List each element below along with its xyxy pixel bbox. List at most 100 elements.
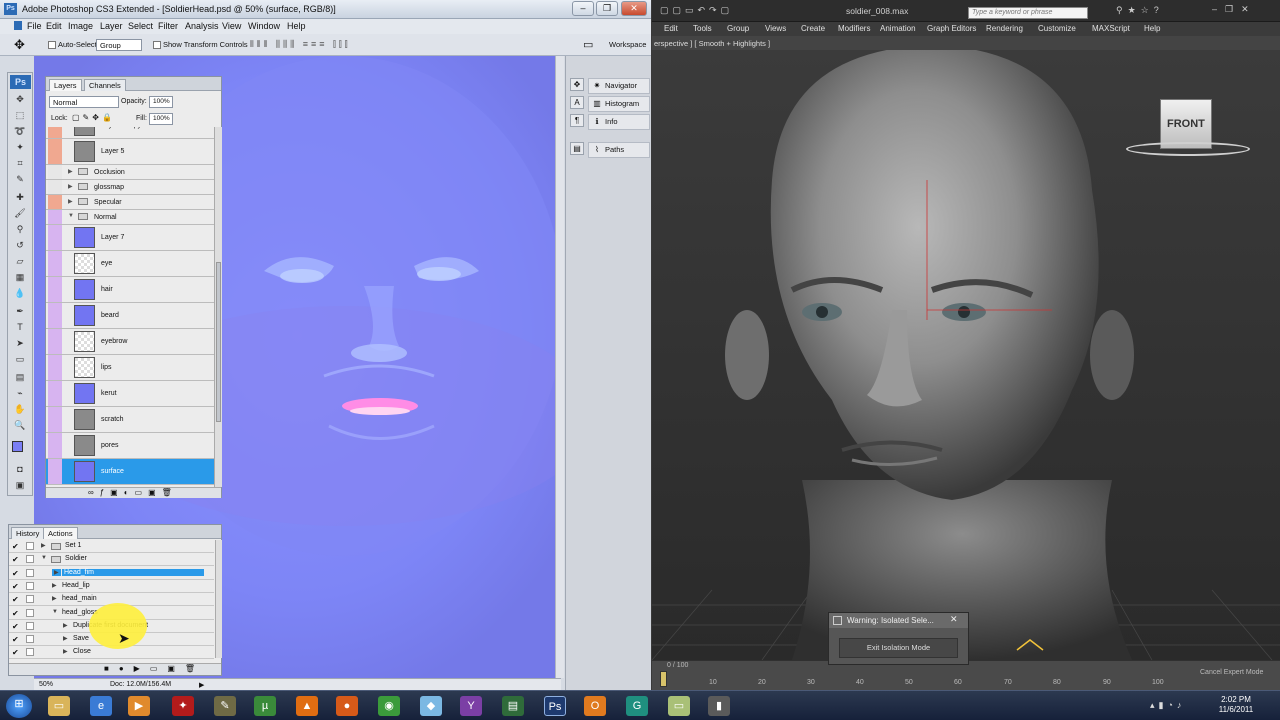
expand-triangle-icon[interactable]: ▶ [52,582,57,589]
max-menu-maxscript[interactable]: MAXScript [1092,24,1130,33]
dialog-toggle[interactable] [26,621,34,630]
visibility-toggle[interactable] [48,139,62,164]
menu-view[interactable]: View [222,21,241,31]
paths-panel-button[interactable]: ⌇ Paths [588,142,650,158]
dialog-toggle[interactable] [26,608,34,617]
move-tool-icon[interactable]: ✥ [14,37,25,53]
dialog-toggle[interactable] [26,555,34,564]
layer-row[interactable]: beard [46,303,214,329]
dialog-toggle[interactable] [26,595,34,604]
expand-triangle-icon[interactable]: ▶ [63,622,68,629]
ie-icon[interactable]: e [90,696,112,716]
office-icon[interactable]: O [584,696,606,716]
explorer-icon[interactable]: ▭ [48,696,70,716]
layer-row[interactable]: pores [46,433,214,459]
action-check-icon[interactable]: ✔ [12,648,19,657]
visibility-toggle[interactable] [48,277,62,302]
action-row[interactable]: ✔ ▶ Head_lip [9,580,214,593]
close-button[interactable]: ✕ [621,1,647,16]
layer-comps-dock-icon[interactable]: ▤ [570,142,584,155]
visibility-toggle[interactable] [48,381,62,406]
eyedropper2-icon[interactable]: ⌁ [13,387,27,399]
shape-tool-icon[interactable]: ▭ [13,353,27,365]
fill-field[interactable]: 100% [149,113,173,125]
expand-triangle-icon[interactable]: ▶ [68,168,73,175]
zoom-level[interactable]: 50% [39,681,53,688]
menu-select[interactable]: Select [128,21,153,31]
visibility-toggle[interactable] [48,127,62,138]
paragraph-dock-icon[interactable]: ¶ [570,114,584,127]
visibility-toggle[interactable] [48,180,62,194]
dialog-toggle[interactable] [26,581,34,590]
max-menu-help[interactable]: Help [1144,24,1160,33]
expand-triangle-icon[interactable]: ▶ [52,568,61,576]
max-menu-group[interactable]: Group [727,24,749,33]
auto-select-checkbox[interactable] [48,41,56,49]
blend-mode-dropdown[interactable]: Normal [49,96,119,108]
max-menu-graph-editors[interactable]: Graph Editors [927,24,976,33]
layer-row[interactable]: scratch [46,407,214,433]
warning-close-icon[interactable]: ✕ [950,614,958,625]
menu-image[interactable]: Image [68,21,93,31]
action-check-icon[interactable]: ✔ [12,569,19,578]
lasso-tool-icon[interactable]: ➰ [13,125,27,137]
align-icons[interactable]: ⫴⫴⫴ ⫼⫼⫼ ≡≡≡ ⫿⫿⫿ [250,39,351,50]
marquee-tool-icon[interactable]: ⬚ [13,109,27,121]
visibility-toggle[interactable] [48,225,62,250]
layer-row[interactable]: kerut [46,381,214,407]
photoshop-taskbar-icon[interactable]: Ps [544,696,566,716]
action-row[interactable]: ✔ ▶ Head_fim [9,567,214,580]
dialog-toggle[interactable] [26,542,34,550]
menu-window[interactable]: Window [248,21,280,31]
utorrent-icon[interactable]: µ [254,696,276,716]
app-icon-grey[interactable]: ▮ [708,696,730,716]
quick-mask-icon[interactable]: ◘ [13,463,27,475]
menu-layer[interactable]: Layer [100,21,123,31]
menu-file[interactable]: File [27,21,42,31]
sketch-icon[interactable]: ✎ [214,696,236,716]
layer-group-row[interactable]: ▼ Normal [46,210,214,225]
max-menu-rendering[interactable]: Rendering [986,24,1023,33]
blur-tool-icon[interactable]: 💧 [13,287,27,299]
scroll-thumb[interactable] [216,262,221,422]
action-check-icon[interactable]: ✔ [12,609,19,618]
menu-help[interactable]: Help [287,21,306,31]
viewport-label[interactable]: erspective ] [ Smooth + Highlights ] [654,39,770,48]
visibility-toggle[interactable] [48,355,62,380]
menu-edit[interactable]: Edit [46,21,62,31]
tab-actions[interactable]: Actions [43,527,78,539]
vlc-icon[interactable]: ▲ [296,696,318,716]
max-menu-modifiers[interactable]: Modifiers [838,24,870,33]
chrome-icon[interactable]: ◉ [378,696,400,716]
tray-icons[interactable]: ▴▮◔♪ [1150,700,1185,711]
crop-tool-icon[interactable]: ⌗ [13,157,27,169]
type-dock-icon[interactable]: A [570,96,584,109]
infocenter-icons[interactable]: ⚲★☆? [1116,5,1164,16]
visibility-toggle[interactable] [48,433,62,458]
menu-analysis[interactable]: Analysis [185,21,219,31]
opacity-field[interactable]: 100% [149,96,173,108]
foreground-color[interactable] [12,441,23,452]
layer-row[interactable]: eyebrow [46,329,214,355]
screen-mode-icon[interactable]: ▣ [13,479,27,491]
navigator-panel-button[interactable]: ✷ Navigator [588,78,650,94]
minimize-button[interactable]: – [572,1,594,16]
action-check-icon[interactable]: ✔ [12,582,19,591]
healing-brush-icon[interactable]: ✚ [13,191,27,203]
layer-row[interactable]: Layer 7 [46,225,214,251]
layer-row[interactable]: eye [46,251,214,277]
auto-select-dropdown[interactable]: Group [96,39,142,51]
menu-filter[interactable]: Filter [158,21,178,31]
show-transform-checkbox[interactable] [153,41,161,49]
path-select-icon[interactable]: ➤ [13,337,27,349]
layer-group-row[interactable]: ▶ glossmap [46,180,214,195]
eraser-icon[interactable]: ▱ [13,255,27,267]
max-menu-edit[interactable]: Edit [664,24,678,33]
histogram-panel-button[interactable]: ▥ Histogram [588,96,650,112]
status-arrow-icon[interactable]: ▶ [199,681,204,689]
layers-scrollbar[interactable] [214,127,222,487]
media-player-icon[interactable]: ▶ [128,696,150,716]
max-menu-create[interactable]: Create [801,24,825,33]
layer-row[interactable]: lips [46,355,214,381]
move-tool-icon[interactable]: ✥ [13,93,27,105]
